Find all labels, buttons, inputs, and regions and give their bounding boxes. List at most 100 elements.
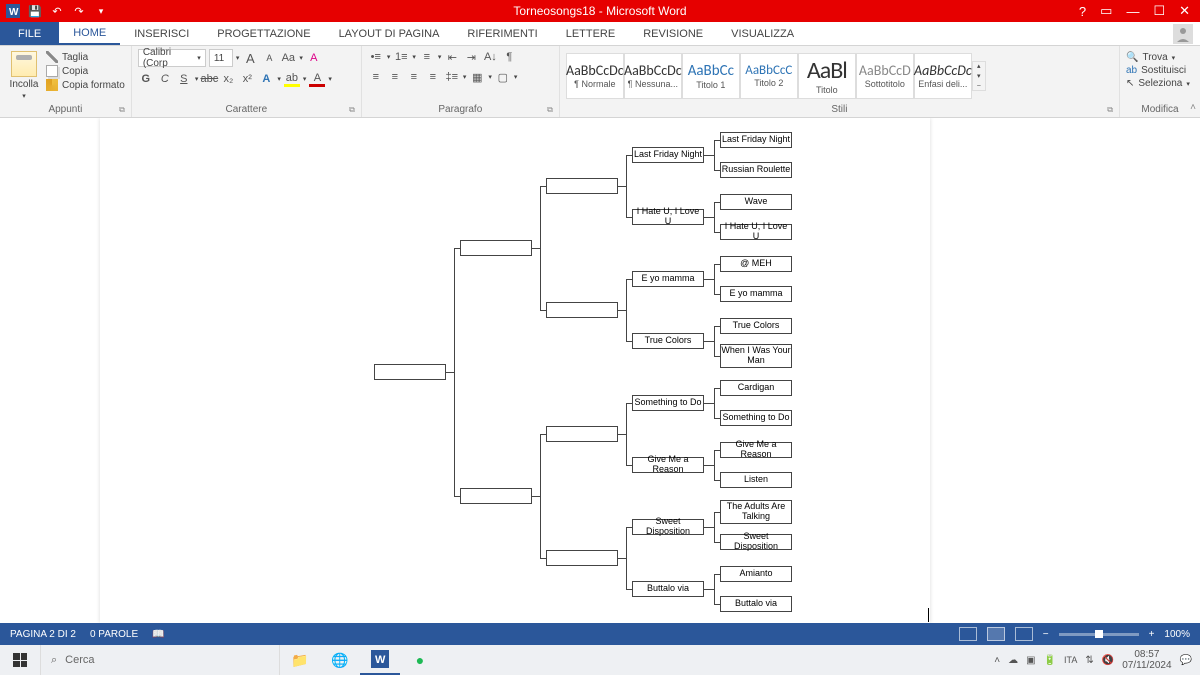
proofing-icon[interactable]: 📖 (152, 629, 164, 640)
styles-dialog-icon[interactable]: ⧉ (1107, 105, 1113, 115)
justify-button[interactable]: ≡ (425, 69, 441, 85)
tray-app-icon[interactable]: ▣ (1026, 655, 1035, 666)
italic-button[interactable]: C (157, 71, 173, 87)
style-subtitle[interactable]: AaBbCcDSottotitolo (856, 53, 914, 99)
bracket-cell[interactable]: Something to Do (632, 395, 704, 411)
bracket-cell[interactable]: E yo mamma (632, 271, 704, 287)
bracket-cell[interactable]: Last Friday Night (720, 132, 792, 148)
zoom-out-button[interactable]: − (1043, 629, 1049, 640)
qat-custom-icon[interactable]: ▾ (94, 4, 108, 18)
sort-button[interactable]: A↓ (482, 49, 498, 65)
tab-view[interactable]: VISUALIZZA (717, 22, 808, 45)
bracket-cell[interactable]: Give Me a Reason (720, 442, 792, 458)
bracket-cell[interactable]: When I Was Your Man (720, 344, 792, 368)
page-status[interactable]: PAGINA 2 DI 2 (10, 629, 76, 640)
tab-references[interactable]: RIFERIMENTI (453, 22, 551, 45)
start-button[interactable] (0, 645, 40, 675)
text-effects-button[interactable]: A (258, 71, 274, 87)
bracket-cell[interactable]: The Adults Are Talking (720, 500, 792, 524)
highlight-button[interactable]: ab (284, 71, 300, 87)
collapse-ribbon-icon[interactable]: ˄ (1190, 102, 1196, 113)
view-read-button[interactable] (959, 627, 977, 641)
tab-design[interactable]: PROGETTAZIONE (203, 22, 324, 45)
underline-button[interactable]: S (176, 71, 192, 87)
clock[interactable]: 08:5707/11/2024 (1122, 649, 1171, 671)
notifications-icon[interactable]: 💬 (1180, 655, 1192, 666)
bracket-cell[interactable]: Buttalo via (720, 596, 792, 612)
align-left-button[interactable]: ≡ (368, 69, 384, 85)
bracket-cell[interactable]: Wave (720, 194, 792, 210)
cut-button[interactable]: Taglia (46, 51, 125, 63)
grow-font-button[interactable]: A (242, 50, 258, 66)
close-icon[interactable]: ✕ (1179, 3, 1190, 19)
bracket-cell[interactable] (460, 488, 532, 504)
tab-file[interactable]: FILE (0, 22, 59, 45)
help-icon[interactable]: ? (1079, 4, 1086, 19)
format-painter-button[interactable]: Copia formato (46, 79, 125, 91)
bracket-cell[interactable]: Buttalo via (632, 581, 704, 597)
paste-button[interactable]: Incolla ▾ (6, 49, 42, 102)
strike-button[interactable]: abc (201, 71, 217, 87)
copy-button[interactable]: Copia (46, 65, 125, 77)
document-page[interactable]: Last Friday Night Russian Roulette Wave I H… (100, 118, 930, 623)
bracket-cell[interactable]: True Colors (720, 318, 792, 334)
bracket-cell[interactable]: Cardigan (720, 380, 792, 396)
chrome-icon[interactable]: 🌐 (320, 645, 360, 675)
maximize-icon[interactable]: ☐ (1153, 3, 1165, 19)
wifi-icon[interactable]: ⇅ (1085, 655, 1093, 666)
align-center-button[interactable]: ≡ (387, 69, 403, 85)
font-dialog-icon[interactable]: ⧉ (349, 105, 355, 115)
clipboard-dialog-icon[interactable]: ⧉ (119, 105, 125, 115)
bracket-cell[interactable]: Sweet Disposition (720, 534, 792, 550)
bracket-cell[interactable]: I Hate U, I Love U (632, 209, 704, 225)
inc-indent-button[interactable]: ⇥ (463, 49, 479, 65)
bracket-cell[interactable]: Listen (720, 472, 792, 488)
bracket-cell[interactable]: Russian Roulette (720, 162, 792, 178)
multilevel-button[interactable]: ≡ (419, 49, 435, 65)
bracket-cell[interactable]: E yo mamma (720, 286, 792, 302)
word-count[interactable]: 0 PAROLE (90, 629, 138, 640)
battery-icon[interactable]: 🔋 (1044, 655, 1056, 666)
font-color-button[interactable]: A (309, 71, 325, 87)
bracket-cell[interactable]: Sweet Disposition (632, 519, 704, 535)
bracket-cell[interactable]: Amianto (720, 566, 792, 582)
bracket-cell[interactable] (460, 240, 532, 256)
change-case-button[interactable]: Aa (280, 50, 296, 66)
bracket-cell[interactable]: Last Friday Night (632, 147, 704, 163)
undo-icon[interactable]: ↶ (50, 4, 64, 18)
volume-icon[interactable]: 🔇 (1102, 655, 1114, 666)
language-icon[interactable]: ITA (1064, 655, 1077, 665)
style-title[interactable]: AaBlTitolo (798, 53, 856, 99)
style-heading1[interactable]: AaBbCcTitolo 1 (682, 53, 740, 99)
style-heading2[interactable]: AaBbCcCTitolo 2 (740, 53, 798, 99)
redo-icon[interactable]: ↷ (72, 4, 86, 18)
account-icon[interactable] (1166, 22, 1200, 45)
ribbon-opts-icon[interactable]: ▭ (1100, 3, 1112, 19)
tab-insert[interactable]: INSERISCI (120, 22, 203, 45)
zoom-in-button[interactable]: + (1149, 629, 1155, 640)
dec-indent-button[interactable]: ⇤ (444, 49, 460, 65)
font-name-combo[interactable]: Calibri (Corp▾ (138, 49, 206, 67)
shading-button[interactable]: ▦ (469, 69, 485, 85)
zoom-slider[interactable] (1059, 633, 1139, 636)
replace-button[interactable]: abSostituisci (1126, 65, 1194, 76)
numbering-button[interactable]: 1≡ (393, 49, 409, 65)
show-marks-button[interactable]: ¶ (501, 49, 517, 65)
bracket-cell[interactable]: Something to Do (720, 410, 792, 426)
taskbar-search[interactable]: ⌕Cerca (40, 645, 280, 675)
tab-layout[interactable]: LAYOUT DI PAGINA (325, 22, 454, 45)
view-web-button[interactable] (1015, 627, 1033, 641)
tab-home[interactable]: HOME (59, 22, 120, 45)
bracket-cell[interactable]: I Hate U, I Love U (720, 224, 792, 240)
find-button[interactable]: 🔍Trova▾ (1126, 52, 1194, 63)
bracket-cell[interactable]: Give Me a Reason (632, 457, 704, 473)
shrink-font-button[interactable]: A (261, 50, 277, 66)
word-taskbar-icon[interactable]: W (360, 645, 400, 675)
bracket-cell[interactable] (374, 364, 446, 380)
tab-review[interactable]: REVISIONE (629, 22, 717, 45)
onedrive-icon[interactable]: ☁ (1008, 655, 1018, 666)
bracket-cell[interactable] (546, 302, 618, 318)
subscript-button[interactable]: x₂ (220, 71, 236, 87)
bracket-cell[interactable]: True Colors (632, 333, 704, 349)
borders-button[interactable]: ▢ (495, 69, 511, 85)
